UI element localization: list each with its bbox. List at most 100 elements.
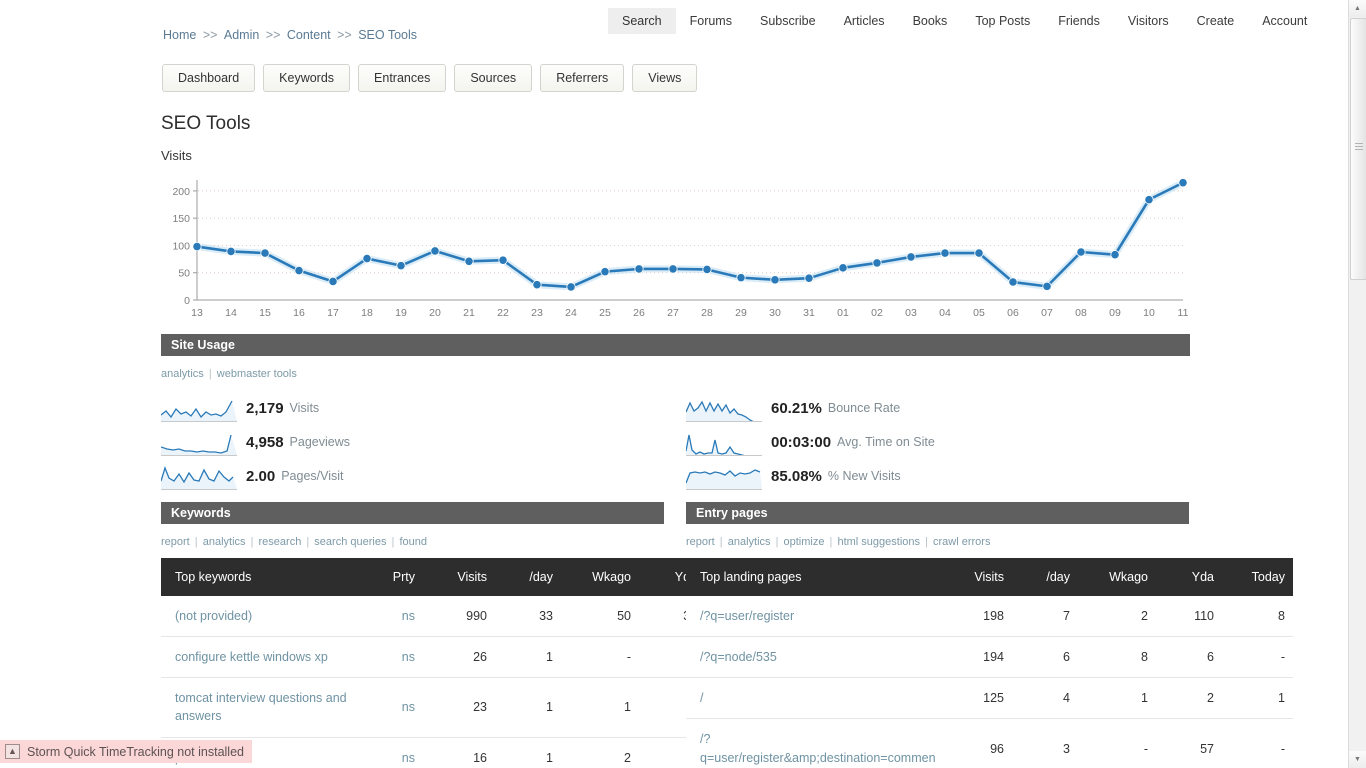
tab-keywords[interactable]: Keywords [263,64,351,92]
cell-today: 1 [1222,677,1293,720]
column-header-visits[interactable]: Visits [423,558,495,596]
row-link[interactable]: /?q=node/535 [700,650,777,664]
topnav-item-articles[interactable]: Articles [830,8,899,34]
topnav-item-create[interactable]: Create [1183,8,1249,34]
topnav-item-forums[interactable]: Forums [676,8,746,34]
topnav-item-account[interactable]: Account [1248,8,1321,34]
breadcrumb-item-content[interactable]: Content [287,28,331,42]
svg-text:27: 27 [667,307,679,319]
cell-wkago: 50 [561,596,639,638]
topnav-item-top-posts[interactable]: Top Posts [961,8,1044,34]
site-usage-right-metric-row: 00:03:00 Avg. Time on Site [686,427,935,457]
column-header-wkago[interactable]: Wkago [1078,558,1156,596]
cell-wkago: 1 [1078,677,1156,720]
row-link[interactable]: configure kettle windows xp [175,650,328,664]
topnav-item-friends[interactable]: Friends [1044,8,1114,34]
tab-referrers[interactable]: Referrers [540,64,625,92]
breadcrumb-item-home[interactable]: Home [163,28,196,42]
svg-text:02: 02 [871,307,883,319]
row-link[interactable]: /?q=user/register&amp;destination=commen [700,732,936,764]
tab-views[interactable]: Views [632,64,698,92]
visits-chart-svg: 05010015020013 14 15 16 17 18 19 20 21 22 23 24 25 26… [172,178,1189,319]
site-usage-link-webmaster-tools[interactable]: webmaster tools [217,368,297,380]
column-header-visits[interactable]: Visits [940,558,1012,596]
cell-yda: 6 [1156,636,1222,679]
keywords-link-report[interactable]: report [161,536,190,548]
column-header-topkeywords[interactable]: Top keywords [161,558,361,596]
svg-text:01: 01 [837,307,849,319]
cell-wkago: 2 [561,737,639,768]
svg-text:07: 07 [1041,307,1053,319]
svg-text:50: 50 [178,268,190,280]
vertical-scrollbar[interactable]: ▲ ▼ [1348,0,1366,768]
sparkline-icon [161,465,237,490]
site-usage-header: Site Usage [161,334,1190,356]
site-usage-link-analytics[interactable]: analytics [161,368,204,380]
cell-wkago: 8 [1078,636,1156,679]
site-usage-right-metric-label: Bounce Rate [827,401,901,415]
site-usage-left-metric-value: 2.00 [246,467,276,485]
row-link[interactable]: / [700,691,703,705]
cell-name: /?q=node/535 [686,636,940,679]
svg-text:14: 14 [225,307,237,319]
svg-text:23: 23 [531,307,543,319]
cell-visits: 194 [940,636,1012,679]
entry-pages-link-report[interactable]: report [686,536,715,548]
notification-bar[interactable]: ▲ Storm Quick TimeTracking not installed [0,740,252,763]
svg-text:05: 05 [973,307,985,319]
topnav-item-subscribe[interactable]: Subscribe [746,8,830,34]
table-row: (not provided)ns9903350322 [161,596,776,638]
sparkline-icon [161,400,237,422]
svg-text:11: 11 [1178,307,1189,319]
keywords-link-research[interactable]: research [259,536,302,548]
entry-pages-link-crawl-errors[interactable]: crawl errors [933,536,990,548]
scrollbar-thumb[interactable] [1350,18,1366,280]
cell-day: 4 [1012,677,1078,720]
topnav-item-search[interactable]: Search [608,8,676,34]
column-header-today[interactable]: Today [1222,558,1293,596]
column-header-prty[interactable]: Prty [361,558,423,596]
topnav-item-visitors[interactable]: Visitors [1114,8,1183,34]
keywords-link-search-queries[interactable]: search queries [314,536,386,548]
chevrons-up-icon[interactable]: ▲ [5,744,20,759]
keywords-link-found[interactable]: found [399,536,427,548]
top-navigation: Search Forums Subscribe Articles Books Top Po… [608,8,1321,34]
column-header-day[interactable]: /day [495,558,561,596]
entry-pages-link-analytics[interactable]: analytics [728,536,771,548]
entry-pages-link-optimize[interactable]: optimize [784,536,825,548]
cell-day: 1 [495,737,561,768]
row-link[interactable]: (not provided) [175,609,252,623]
keywords-table: Top keywordsPrtyVisits/dayWkagoYdaToday (… [161,558,776,768]
svg-text:20: 20 [429,307,441,319]
link-separator: | [826,536,836,548]
link-separator: | [205,368,215,380]
column-header-day[interactable]: /day [1012,558,1078,596]
tab-dashboard[interactable]: Dashboard [162,64,256,92]
keywords-links: report | analytics | research | search q… [161,536,427,548]
site-usage-right-metric-label: Avg. Time on Site [837,435,935,449]
column-header-wkago[interactable]: Wkago [561,558,639,596]
svg-text:22: 22 [497,307,509,319]
keywords-link-analytics[interactable]: analytics [203,536,246,548]
row-link[interactable]: /?q=user/register [700,609,794,623]
column-header-toplandingpages[interactable]: Top landing pages [686,558,940,596]
column-header-yda[interactable]: Yda [1156,558,1222,596]
svg-text:150: 150 [172,213,190,225]
breadcrumb-item-admin[interactable]: Admin [224,28,259,42]
entry-pages-link-html-suggestions[interactable]: html suggestions [837,536,920,548]
table-header-row: Top keywordsPrtyVisits/dayWkagoYdaToday [161,558,776,596]
scroll-up-icon[interactable]: ▲ [1349,0,1366,17]
tab-sources[interactable]: Sources [454,64,533,92]
sparkline-icon [686,468,762,490]
table-row: portal onns16121- [161,737,776,768]
scroll-down-icon[interactable]: ▼ [1349,751,1366,768]
breadcrumb-item-seo-tools[interactable]: SEO Tools [358,28,417,42]
site-usage-left-metric-value: 4,958 [246,433,284,451]
sparkline-icon [686,434,762,456]
tab-entrances[interactable]: Entrances [358,64,447,92]
row-link[interactable]: tomcat interview questions and answers [175,691,347,723]
topnav-item-books[interactable]: Books [899,8,962,34]
cell-yda: 110 [1156,596,1222,638]
chart-title: Visits [161,148,192,163]
cell-day: 7 [1012,596,1078,638]
